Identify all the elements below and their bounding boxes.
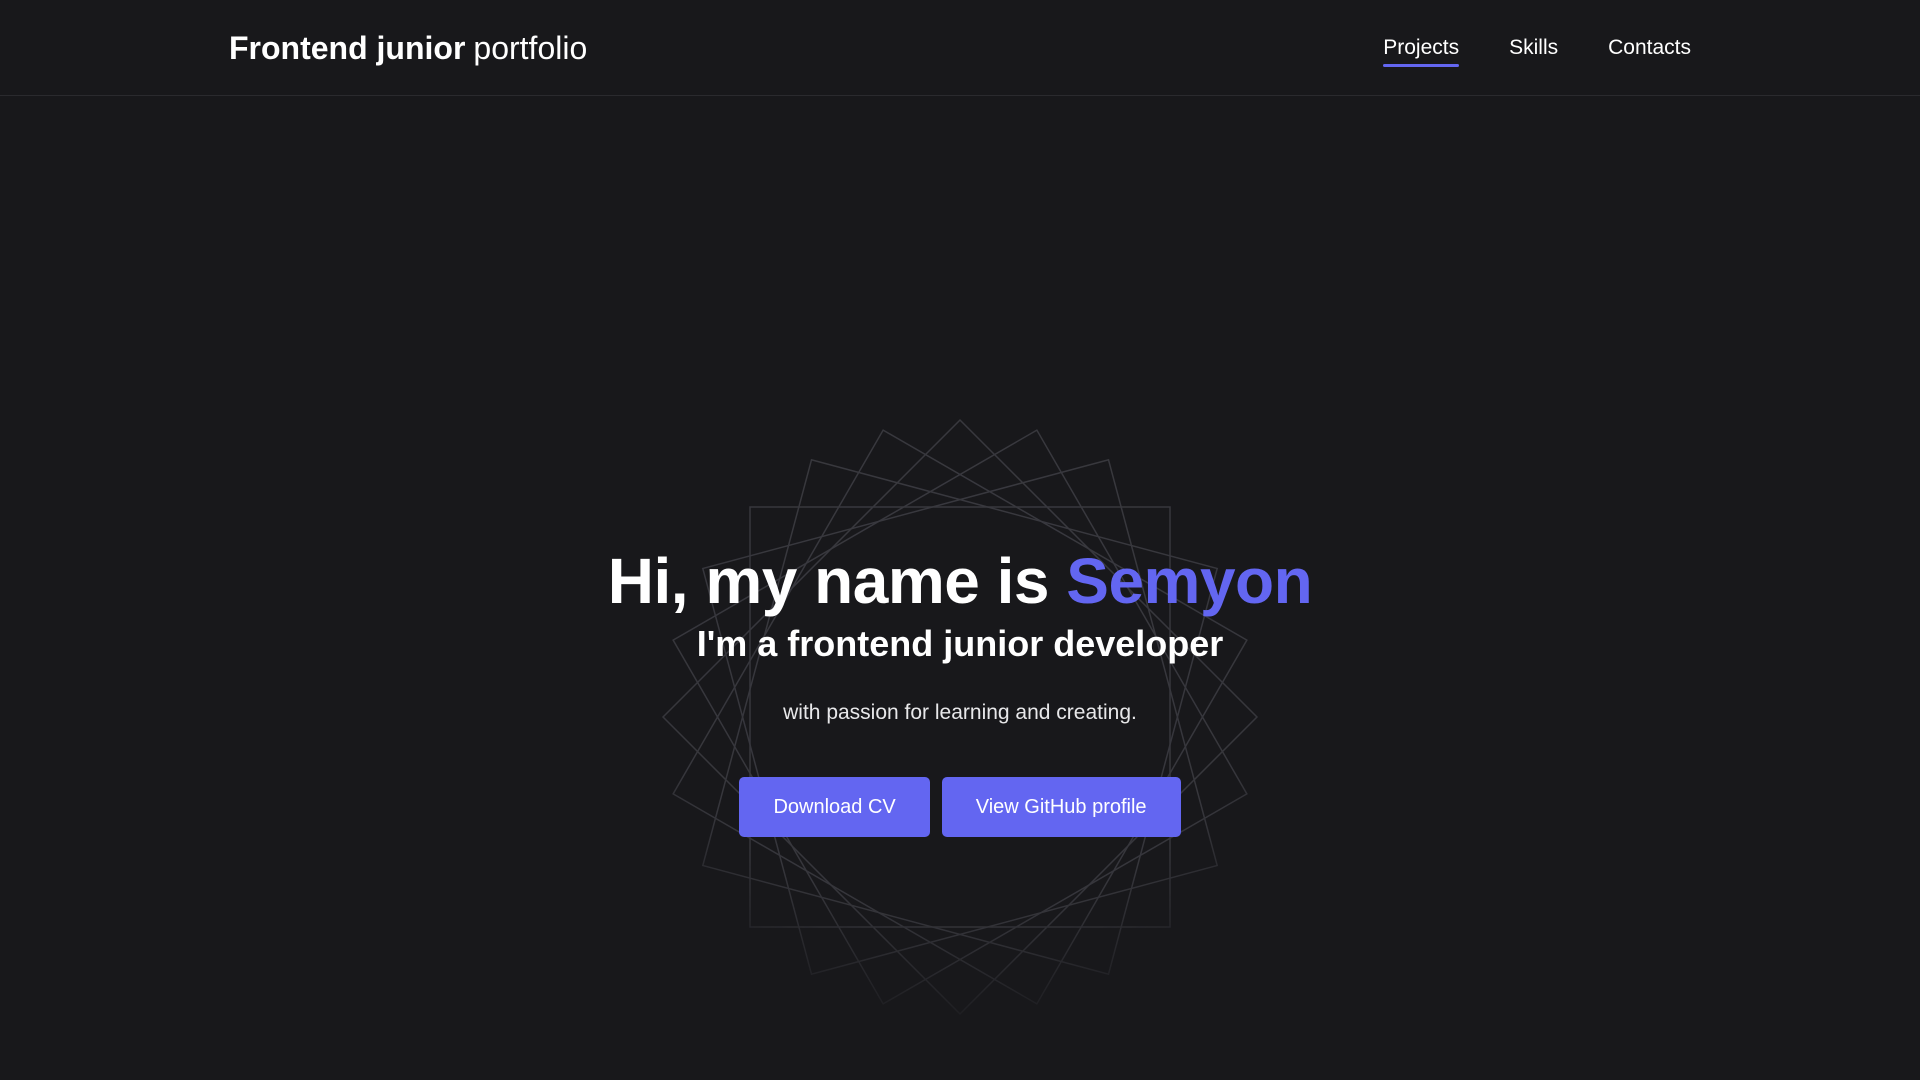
hero-headline: Hi, my name is Semyon <box>0 541 1920 621</box>
site-header: Frontend junior portfolio Projects Skills… <box>0 0 1920 96</box>
hero-buttons: Download CV View GitHub profile <box>0 777 1920 837</box>
headline-name: Semyon <box>1066 545 1313 617</box>
headline-prefix: Hi, my name is <box>607 545 1050 617</box>
nav-link-contacts[interactable]: Contacts <box>1608 34 1691 64</box>
site-logo[interactable]: Frontend junior portfolio <box>229 26 587 70</box>
nav-link-skills[interactable]: Skills <box>1509 34 1558 64</box>
nav-link-projects[interactable]: Projects <box>1383 34 1459 67</box>
main-nav: Projects Skills Contacts <box>1383 34 1691 67</box>
hero-subheadline: I'm a frontend junior developer <box>696 623 1224 664</box>
logo-light-text: portfolio <box>473 30 588 66</box>
view-github-button[interactable]: View GitHub profile <box>941 777 1181 837</box>
hero-section: Hi, my name is Semyon I'm a frontend jun… <box>0 97 1920 1080</box>
hero-content: Hi, my name is Semyon I'm a frontend jun… <box>0 541 1920 837</box>
hero-tagline: with passion for learning and creating. <box>783 701 1137 724</box>
logo-bold-text: Frontend junior <box>229 30 466 66</box>
download-cv-button[interactable]: Download CV <box>739 777 930 837</box>
